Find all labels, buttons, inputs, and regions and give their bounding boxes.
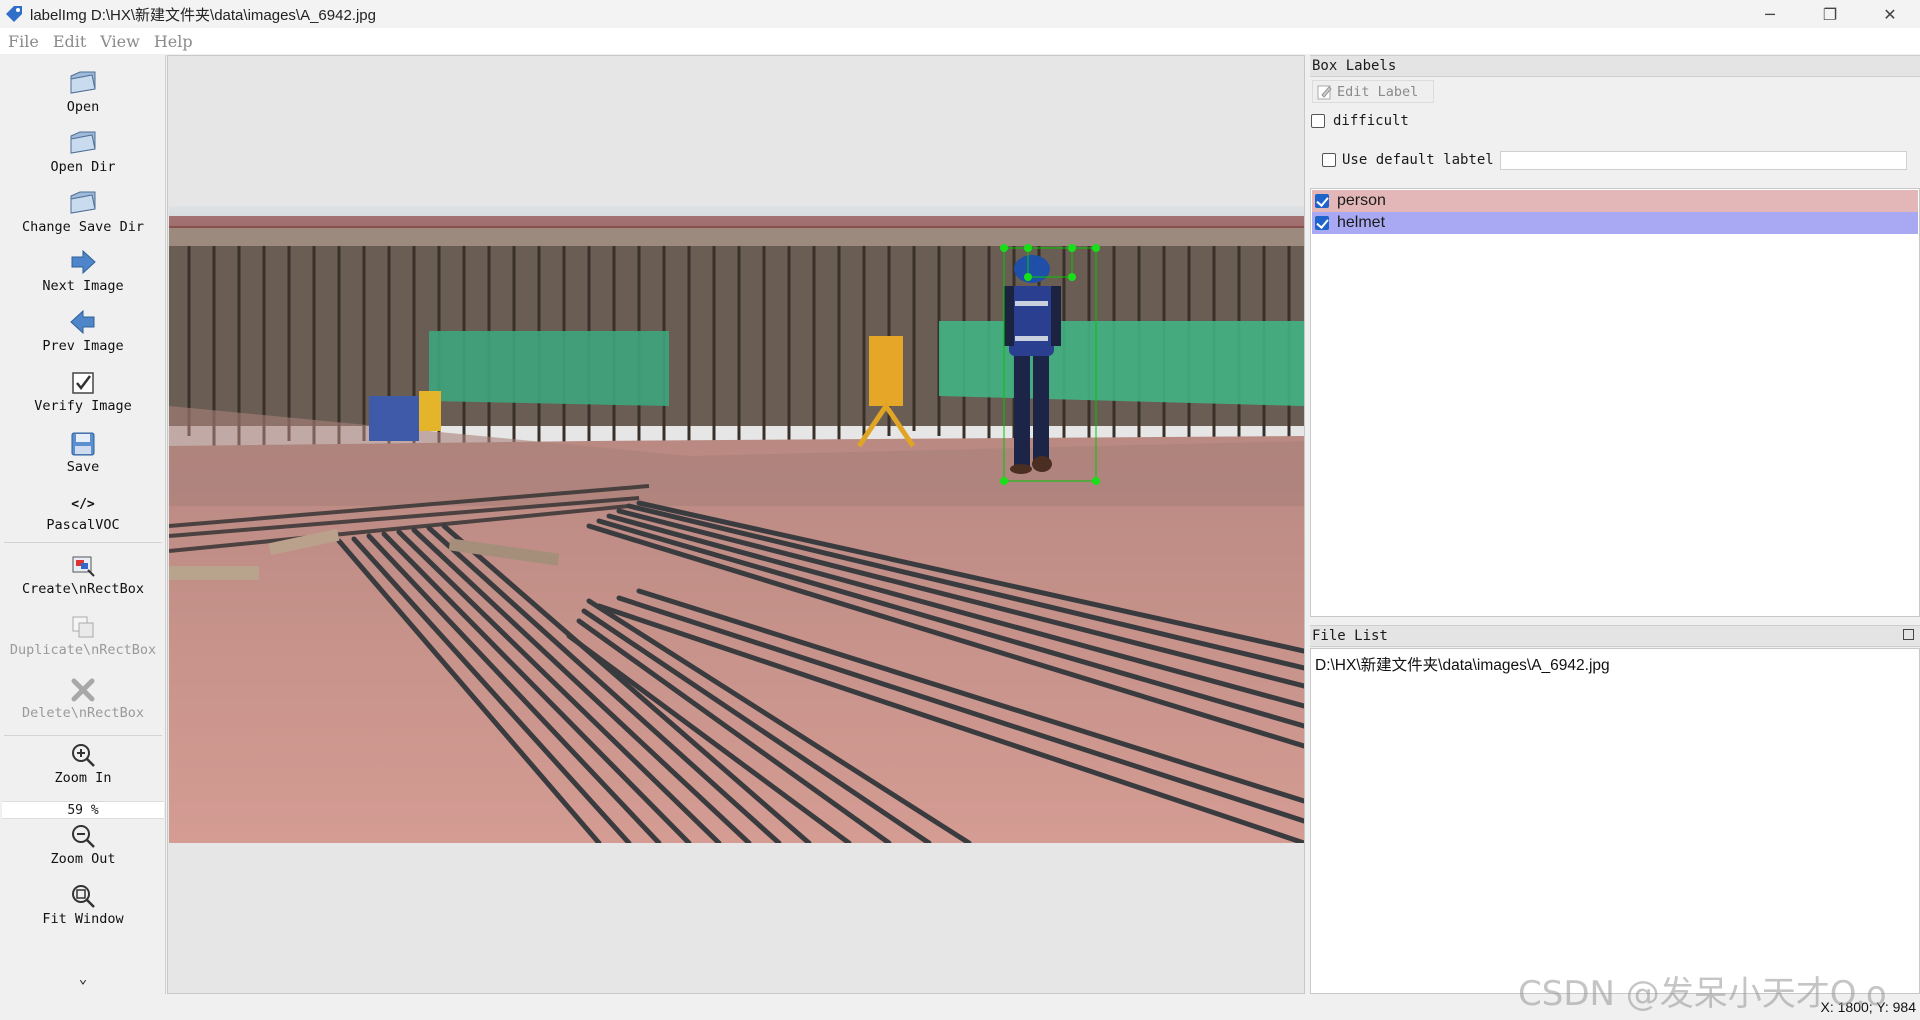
pascal-voc-button[interactable]: </> PascalVOC bbox=[0, 495, 166, 533]
save-label: Save bbox=[66, 459, 100, 475]
floppy-save-icon bbox=[71, 432, 95, 456]
menu-edit[interactable]: Edit bbox=[53, 32, 86, 51]
next-image-label: Next Image bbox=[42, 278, 124, 294]
zoom-in-button[interactable]: Zoom In bbox=[0, 742, 166, 786]
open-button[interactable]: Open bbox=[0, 67, 166, 115]
fit-window-icon bbox=[72, 885, 95, 908]
delete-rectbox-label: Delete\nRectBox bbox=[22, 705, 144, 721]
label-name: helmet bbox=[1337, 214, 1386, 231]
folder-open-icon bbox=[70, 191, 96, 214]
left-toolbar: Open Open Dir Change Save Dir Next Image… bbox=[0, 55, 166, 994]
box-labels-header: Box Labels bbox=[1310, 55, 1920, 77]
open-dir-button[interactable]: Open Dir bbox=[0, 127, 166, 175]
watermark: CSDN @发呆小天才O.o bbox=[1518, 974, 1887, 1014]
file-list-title: File List bbox=[1312, 628, 1388, 644]
delete-rectbox-button[interactable]: Delete\nRectBox bbox=[0, 677, 166, 721]
prev-image-label: Prev Image bbox=[42, 338, 124, 354]
change-save-dir-button[interactable]: Change Save Dir bbox=[0, 187, 166, 235]
difficult-checkbox[interactable] bbox=[1311, 114, 1325, 128]
change-save-dir-label: Change Save Dir bbox=[22, 219, 144, 235]
verify-image-label: Verify Image bbox=[34, 398, 132, 414]
duplicate-icon bbox=[72, 616, 94, 638]
edit-label-button[interactable]: Edit Label bbox=[1312, 80, 1434, 103]
prev-image-button[interactable]: Prev Image bbox=[0, 308, 166, 354]
default-label-input[interactable] bbox=[1500, 151, 1907, 170]
construction-site-photo[interactable] bbox=[169, 206, 1304, 843]
toolbar-divider bbox=[4, 542, 162, 543]
zoom-in-icon bbox=[72, 744, 95, 767]
window-title: labelImg D:\HX\新建文件夹\data\images\A_6942.… bbox=[30, 6, 376, 24]
open-dir-label: Open Dir bbox=[50, 159, 116, 175]
checkbox-verify-icon bbox=[72, 372, 94, 394]
create-rectbox-label: Create\nRectBox bbox=[22, 581, 144, 597]
minimize-button[interactable]: ─ bbox=[1740, 0, 1800, 28]
file-list-item[interactable]: D:\HX\新建文件夹\data\images\A_6942.jpg bbox=[1315, 653, 1610, 675]
label-name: person bbox=[1337, 192, 1386, 209]
arrow-right-icon bbox=[71, 249, 96, 275]
file-list-header: File List bbox=[1310, 625, 1920, 647]
fit-window-button[interactable]: Fit Window bbox=[0, 883, 166, 927]
menu-file[interactable]: File bbox=[8, 32, 39, 51]
pascal-voc-label: PascalVOC bbox=[46, 517, 120, 533]
delete-x-icon bbox=[71, 678, 95, 702]
code-format-icon: </> bbox=[71, 497, 95, 512]
image-canvas[interactable] bbox=[167, 55, 1305, 994]
toolbar-more-icon[interactable]: ⌄ bbox=[0, 971, 166, 987]
zoom-in-label: Zoom In bbox=[54, 770, 112, 786]
create-rect-icon bbox=[72, 556, 95, 577]
close-button[interactable]: ✕ bbox=[1860, 0, 1920, 28]
difficult-label: difficult bbox=[1333, 113, 1409, 129]
next-image-button[interactable]: Next Image bbox=[0, 248, 166, 294]
menu-bar: File Edit View Help bbox=[0, 28, 1920, 54]
edit-label-text: Edit Label bbox=[1337, 83, 1419, 100]
save-button[interactable]: Save bbox=[0, 431, 166, 475]
fit-window-label: Fit Window bbox=[42, 911, 124, 927]
use-default-label-text: Use default labtel bbox=[1342, 152, 1494, 168]
labelimg-app-icon bbox=[6, 6, 22, 22]
person-checkbox[interactable] bbox=[1315, 194, 1329, 208]
zoom-out-label: Zoom Out bbox=[50, 851, 116, 867]
label-list[interactable]: person helmet bbox=[1310, 188, 1920, 617]
title-bar: labelImg D:\HX\新建文件夹\data\images\A_6942.… bbox=[0, 0, 1920, 28]
create-rectbox-button[interactable]: Create\nRectBox bbox=[0, 553, 166, 597]
file-list[interactable]: D:\HX\新建文件夹\data\images\A_6942.jpg bbox=[1310, 648, 1920, 994]
duplicate-rectbox-button[interactable]: Duplicate\nRectBox bbox=[0, 614, 166, 658]
folder-open-icon bbox=[70, 131, 96, 154]
folder-open-icon bbox=[70, 71, 96, 94]
toolbar-divider bbox=[4, 735, 162, 736]
menu-view[interactable]: View bbox=[100, 32, 140, 51]
difficult-checkbox-row[interactable]: difficult bbox=[1311, 113, 1409, 129]
edit-pencil-icon bbox=[1317, 85, 1332, 99]
label-item-helmet[interactable]: helmet bbox=[1312, 212, 1918, 234]
use-default-label-row[interactable]: Use default labtel bbox=[1322, 152, 1494, 168]
use-default-label-checkbox[interactable] bbox=[1322, 153, 1336, 167]
zoom-value-field[interactable]: 59 % bbox=[2, 801, 164, 819]
zoom-out-button[interactable]: Zoom Out bbox=[0, 823, 166, 867]
helmet-checkbox[interactable] bbox=[1315, 216, 1329, 230]
undock-icon[interactable] bbox=[1903, 629, 1914, 640]
restore-button[interactable]: ❐ bbox=[1800, 0, 1860, 28]
menu-help[interactable]: Help bbox=[154, 32, 193, 51]
zoom-out-icon bbox=[72, 825, 95, 848]
duplicate-rectbox-label: Duplicate\nRectBox bbox=[9, 642, 157, 658]
label-item-person[interactable]: person bbox=[1312, 190, 1918, 212]
open-label: Open bbox=[66, 99, 100, 115]
verify-image-button[interactable]: Verify Image bbox=[0, 370, 166, 414]
arrow-left-icon bbox=[70, 309, 95, 335]
